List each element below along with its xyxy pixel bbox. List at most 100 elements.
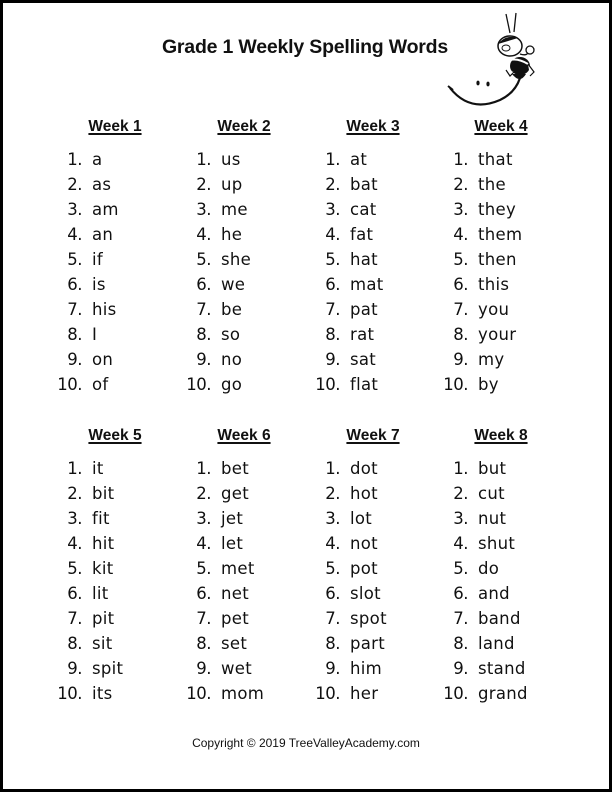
list-item: 9. spit (55, 656, 175, 681)
list-item: 5. pot (313, 556, 433, 581)
list-item: 1. it (55, 456, 175, 481)
item-number: 3. (196, 509, 211, 528)
list-item: 2. bit (55, 481, 175, 506)
list-item: 1. bet (184, 456, 304, 481)
list-item: 9. my (441, 347, 561, 372)
item-number: 4. (453, 225, 468, 244)
list-item: 4. hit (55, 531, 175, 556)
list-item: 10. flat (313, 372, 433, 397)
spelling-word: we (221, 275, 246, 294)
spelling-word: no (221, 350, 243, 369)
list-item: 4. not (313, 531, 433, 556)
list-item: 5. hat (313, 247, 433, 272)
spelling-word: be (221, 300, 243, 319)
item-number: 5. (196, 559, 211, 578)
item-number: 9. (453, 659, 468, 678)
list-item: 8. rat (313, 322, 433, 347)
item-number: 5. (67, 559, 82, 578)
item-number: 7. (325, 609, 340, 628)
list-item: 9. wet (184, 656, 304, 681)
item-number: 10. (315, 684, 340, 703)
list-item: 7. spot (313, 606, 433, 631)
week-6-column: Week 6 1. bet 2. get 3. jet 4. let 5. met 6. net 7. pe… (184, 427, 304, 707)
item-number: 8. (196, 634, 211, 653)
item-number: 9. (325, 350, 340, 369)
week-5-column: Week 5 1. it 2. bit 3. fit 4. hit 5. kit 6. lit 7. pit… (55, 427, 175, 707)
list-item: 4. shut (441, 531, 561, 556)
spelling-word: cat (350, 200, 377, 219)
list-item: 7. his (55, 297, 175, 322)
spelling-word: do (478, 559, 500, 578)
spelling-word: is (92, 275, 106, 294)
spelling-word: met (221, 559, 255, 578)
item-number: 8. (453, 325, 468, 344)
list-item: 5. do (441, 556, 561, 581)
spelling-word: she (221, 250, 252, 269)
list-item: 4. he (184, 222, 304, 247)
item-number: 3. (67, 509, 82, 528)
list-item: 8. I (55, 322, 175, 347)
spelling-word: he (221, 225, 243, 244)
spelling-word: pet (221, 609, 249, 628)
item-number: 6. (196, 275, 211, 294)
list-item: 8. set (184, 631, 304, 656)
list-item: 5. she (184, 247, 304, 272)
item-number: 10. (443, 375, 468, 394)
list-item: 5. met (184, 556, 304, 581)
list-item: 3. me (184, 197, 304, 222)
spelling-word: and (478, 584, 510, 603)
list-item: 6. slot (313, 581, 433, 606)
item-number: 2. (67, 484, 82, 503)
list-item: 6. is (55, 272, 175, 297)
spelling-word: bit (92, 484, 115, 503)
spelling-word: so (221, 325, 241, 344)
item-number: 8. (196, 325, 211, 344)
list-item: 10. her (313, 681, 433, 706)
list-item: 3. fit (55, 506, 175, 531)
spelling-word: pot (350, 559, 378, 578)
spelling-word: us (221, 150, 241, 169)
item-number: 7. (325, 300, 340, 319)
spelling-word: am (92, 200, 119, 219)
spelling-word: rat (350, 325, 375, 344)
item-number: 6. (325, 275, 340, 294)
week-heading: Week 1 (88, 118, 142, 135)
list-item: 3. cat (313, 197, 433, 222)
item-number: 4. (67, 534, 82, 553)
item-number: 6. (196, 584, 211, 603)
spelling-word: pat (350, 300, 378, 319)
item-number: 5. (196, 250, 211, 269)
spelling-word: mom (221, 684, 265, 703)
list-item: 8. so (184, 322, 304, 347)
spelling-word: not (350, 534, 378, 553)
list-item: 5. then (441, 247, 561, 272)
list-item: 10. grand (441, 681, 561, 706)
item-number: 2. (325, 175, 340, 194)
week-8-column: Week 8 1. but 2. cut 3. nut 4. shut 5. do 6. and 7. ba… (441, 427, 561, 707)
spelling-word: fat (350, 225, 374, 244)
spelling-word: if (92, 250, 103, 269)
spelling-word: an (92, 225, 114, 244)
week-1-column: Week 1 1. a 2. as 3. am 4. an 5. if 6. is 7. his 8. I 9. o… (55, 118, 175, 398)
list-item: 8. land (441, 631, 561, 656)
item-number: 5. (325, 250, 340, 269)
spelling-word: him (350, 659, 383, 678)
spelling-word: that (478, 150, 513, 169)
spelling-word: cut (478, 484, 505, 503)
item-number: 10. (186, 375, 211, 394)
item-number: 3. (453, 509, 468, 528)
spelling-word: net (221, 584, 249, 603)
list-item: 1. dot (313, 456, 433, 481)
item-number: 1. (453, 459, 468, 478)
list-item: 9. on (55, 347, 175, 372)
list-item: 9. stand (441, 656, 561, 681)
item-number: 1. (453, 150, 468, 169)
week-3-column: Week 3 1. at 2. bat 3. cat 4. fat 5. hat 6. mat 7. pat… (313, 118, 433, 398)
list-item: 1. but (441, 456, 561, 481)
item-number: 1. (196, 150, 211, 169)
item-number: 4. (196, 534, 211, 553)
item-number: 10. (57, 375, 82, 394)
list-item: 1. at (313, 147, 433, 172)
item-number: 10. (443, 684, 468, 703)
list-item: 6. lit (55, 581, 175, 606)
